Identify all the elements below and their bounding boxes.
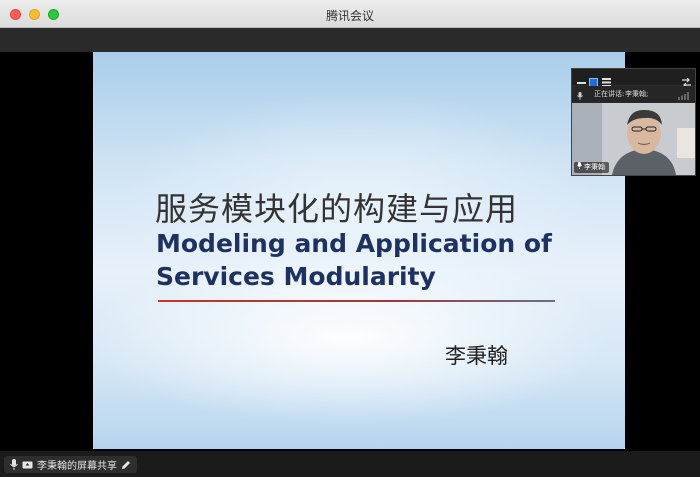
slide-title-english: Modeling and Application of Services Mod… (156, 227, 552, 293)
meeting-window: 腾讯会议 服务模块化的构建与应用 Modeling and Applicatio… (0, 0, 700, 477)
participant-name-tag: 李秉翰 (574, 162, 609, 173)
list-icon[interactable] (602, 72, 611, 87)
top-strip (0, 28, 700, 52)
participant-video-panel[interactable]: 正在讲话: 李秉翰; 李秉翰 (571, 68, 696, 176)
mic-icon[interactable] (10, 455, 18, 474)
speaking-indicator: 正在讲话: 李秉翰; (572, 86, 695, 102)
gallery-icon[interactable] (589, 72, 598, 87)
bottom-bar: 李秉翰的屏幕共享 (0, 451, 700, 477)
screen-share-status[interactable]: 李秉翰的屏幕共享 (4, 456, 137, 473)
presentation-slide: 服务模块化的构建与应用 Modeling and Application of … (93, 52, 625, 449)
expand-icon[interactable] (682, 72, 691, 88)
screen-share-label: 李秉翰的屏幕共享 (37, 461, 117, 472)
slide-author: 李秉翰 (445, 344, 508, 368)
minimize-icon[interactable] (577, 72, 586, 84)
screen-share-icon (22, 455, 33, 474)
window-title: 腾讯会议 (325, 9, 374, 23)
video-panel-toolbar (572, 69, 695, 88)
slide-divider (158, 300, 555, 302)
title-bar: 腾讯会议 (0, 0, 700, 28)
mic-icon (577, 162, 582, 173)
slide-title-chinese: 服务模块化的构建与应用 (155, 190, 519, 228)
participant-name: 李秉翰 (584, 163, 605, 171)
pencil-icon[interactable] (121, 455, 131, 474)
speaking-label: 正在讲话: (594, 90, 625, 98)
speaking-name: 李秉翰; (625, 90, 649, 98)
slide-title-english-line2: Services Modularity (156, 262, 436, 291)
participant-video-feed: 李秉翰 (572, 103, 695, 175)
slide-title-english-line1: Modeling and Application of (156, 229, 552, 258)
